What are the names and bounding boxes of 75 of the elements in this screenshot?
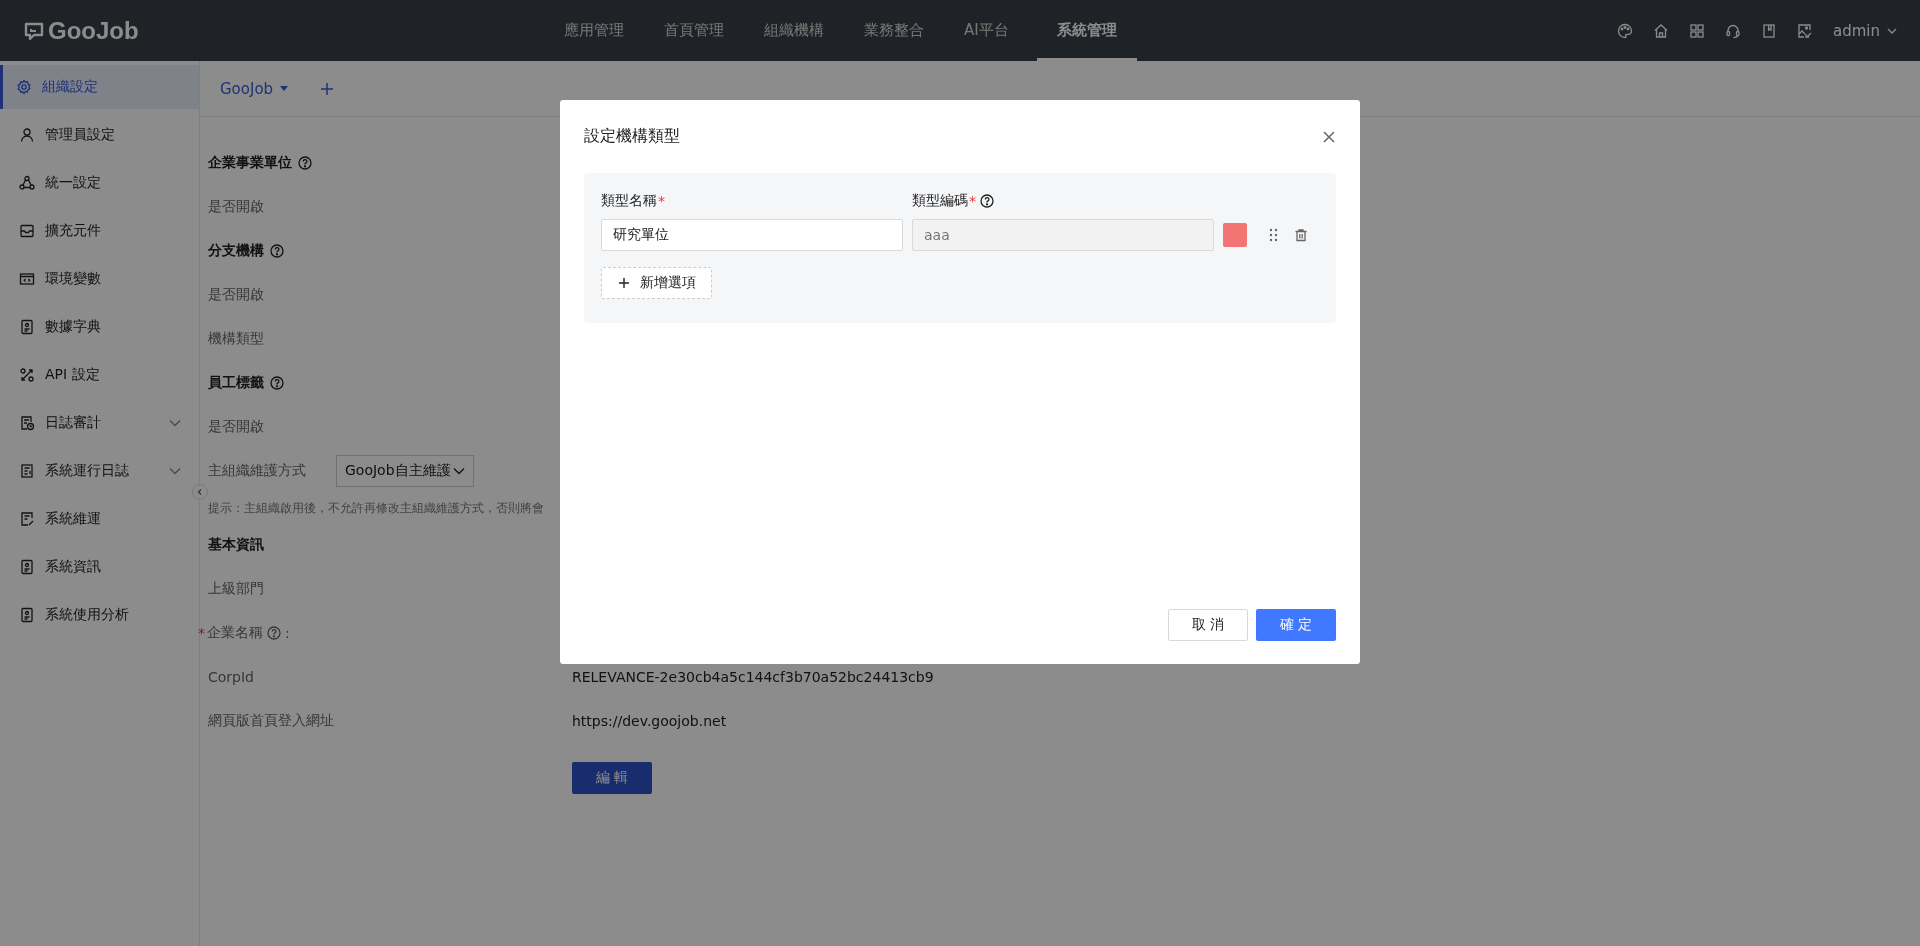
edit-doc-icon [19,511,35,527]
field-value: RELEVANCE-2e30cb4a5c144cf3b70a52bc24413cb9 [572,669,934,685]
field-label: 是否開啟 [208,286,264,304]
confirm-button[interactable]: 確 定 [1256,609,1336,641]
nav-tab[interactable]: 首頁管理 [644,0,744,61]
sidebar-item[interactable]: 數據字典 [0,305,199,349]
document-icon [19,559,35,575]
chat-logo-icon [24,20,44,41]
home-icon[interactable] [1653,22,1669,39]
required-mark: * [198,625,205,641]
dropdown[interactable]: GooJob自主維護 [336,455,474,487]
log-clock-icon [19,415,35,431]
field-label: 是否開啟 [208,418,264,436]
dialog-title: 設定機構類型 [584,126,680,147]
document-icon [19,607,35,623]
hint-text: 提示：主組織啟用後，不允許再修改主組織維護方式，否則將會 [208,499,544,517]
list-doc-icon [19,463,35,479]
section-heading: 基本資訊 [208,536,264,554]
field-label: 企業名稱 [207,624,263,642]
sidebar-item[interactable]: 擴充元件 [0,209,199,253]
image-edit-icon[interactable] [1797,22,1813,39]
nav-tab[interactable]: 業務整合 [844,0,944,61]
column-label: 類型名稱 [601,192,657,210]
trash-icon[interactable] [1294,228,1308,242]
drag-handle-icon[interactable] [1268,228,1279,242]
colon: : [285,625,290,641]
nav-tab[interactable]: 組織機構 [744,0,844,61]
sidebar-item[interactable]: 管理員設定 [0,113,199,157]
nav-tab[interactable]: AI平台 [944,0,1029,61]
field-label: 主組織維護方式 [208,462,307,480]
section-heading: 分支機構 [208,242,264,260]
sidebar-item[interactable]: 組織設定 [0,65,199,109]
logo: GooJob [48,16,139,45]
user-icon [19,127,35,143]
required-mark: * [658,193,665,209]
cancel-button[interactable]: 取 消 [1168,609,1248,641]
headset-icon[interactable] [1725,22,1741,39]
field-label: CorpId [208,669,254,685]
sidebar-item[interactable]: 統一設定 [0,161,199,205]
required-mark: * [969,193,976,209]
palette-icon[interactable] [1617,22,1633,39]
user-menu[interactable]: admin [1833,21,1898,40]
sidebar-item[interactable]: 環境變數 [0,257,199,301]
add-option-button[interactable]: 新增選項 [601,267,712,299]
chevron-down-icon [452,465,465,477]
org-tab[interactable]: GooJob [220,79,290,98]
sidebar-item[interactable]: 日誌審計 [0,401,199,445]
sidebar-item[interactable]: API 設定 [0,353,199,397]
field-label: 是否開啟 [208,198,264,216]
field-label: 網頁版首頁登入網址 [208,712,334,730]
close-icon[interactable] [1322,129,1336,144]
name-input[interactable]: 研究單位 [601,219,903,251]
collapse-icon[interactable] [192,484,208,500]
book-icon[interactable] [1761,22,1777,39]
code-window-icon [19,271,35,287]
field-label: 上級部門 [208,580,264,598]
field-label: 機構類型 [208,330,264,348]
edit-button[interactable]: 編 輯 [572,762,652,794]
color-swatch[interactable] [1223,223,1247,247]
grid-icon[interactable] [1689,22,1705,39]
nav-tab[interactable]: 系統管理 [1036,0,1137,61]
document-icon [19,319,35,335]
column-label: 類型編碼 [912,192,968,210]
section-heading: 企業事業單位 [208,154,292,172]
nodes-icon [19,175,35,191]
inbox-icon [19,223,35,239]
plus-icon[interactable] [319,80,336,97]
sidebar-item[interactable]: 系統資訊 [0,545,199,589]
field-value: https://dev.goojob.net [572,713,727,729]
sidebar-item[interactable]: 系統使用分析 [0,593,199,637]
plus-icon [617,277,630,289]
nav-tab[interactable]: 應用管理 [544,0,644,61]
tools-icon [19,367,35,383]
section-heading: 員工標籤 [208,374,264,392]
gear-icon [16,79,32,95]
